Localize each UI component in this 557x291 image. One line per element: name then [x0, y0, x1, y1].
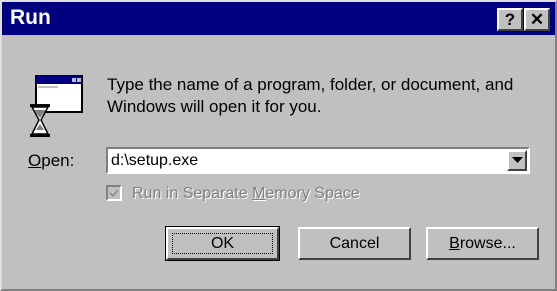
- open-label-text: pen:: [41, 151, 75, 170]
- separate-memory-label-end: emory Space: [265, 185, 360, 202]
- separate-memory-label: Run in Separate Memory Space: [132, 184, 360, 204]
- separate-memory-checkbox[interactable]: [106, 185, 122, 201]
- browse-accelerator: B: [449, 235, 460, 252]
- open-combobox[interactable]: d:\setup.exe: [106, 147, 530, 174]
- browse-button[interactable]: Browse...: [426, 227, 539, 260]
- browse-button-label: rowse...: [459, 235, 516, 252]
- run-dialog: Run ? ✕ Type the name of a program, fold…: [0, 0, 557, 291]
- instruction-text: Type the name of a program, folder, or d…: [107, 75, 514, 116]
- run-program-icon: [28, 74, 86, 140]
- cancel-button[interactable]: Cancel: [298, 227, 411, 260]
- dropdown-button[interactable]: [507, 150, 527, 171]
- ok-button-label: OK: [210, 235, 235, 252]
- open-input[interactable]: d:\setup.exe: [111, 151, 198, 171]
- open-label: Open:: [28, 151, 74, 171]
- separate-memory-label-start: Run in Separate: [132, 185, 253, 202]
- separate-memory-accelerator: M: [252, 185, 266, 202]
- close-button[interactable]: ✕: [524, 8, 550, 31]
- window-title: Run: [10, 6, 51, 29]
- open-label-accelerator: O: [28, 151, 42, 170]
- help-button[interactable]: ?: [497, 8, 523, 31]
- ok-button[interactable]: OK: [165, 226, 280, 261]
- title-bar[interactable]: Run ? ✕: [2, 2, 555, 35]
